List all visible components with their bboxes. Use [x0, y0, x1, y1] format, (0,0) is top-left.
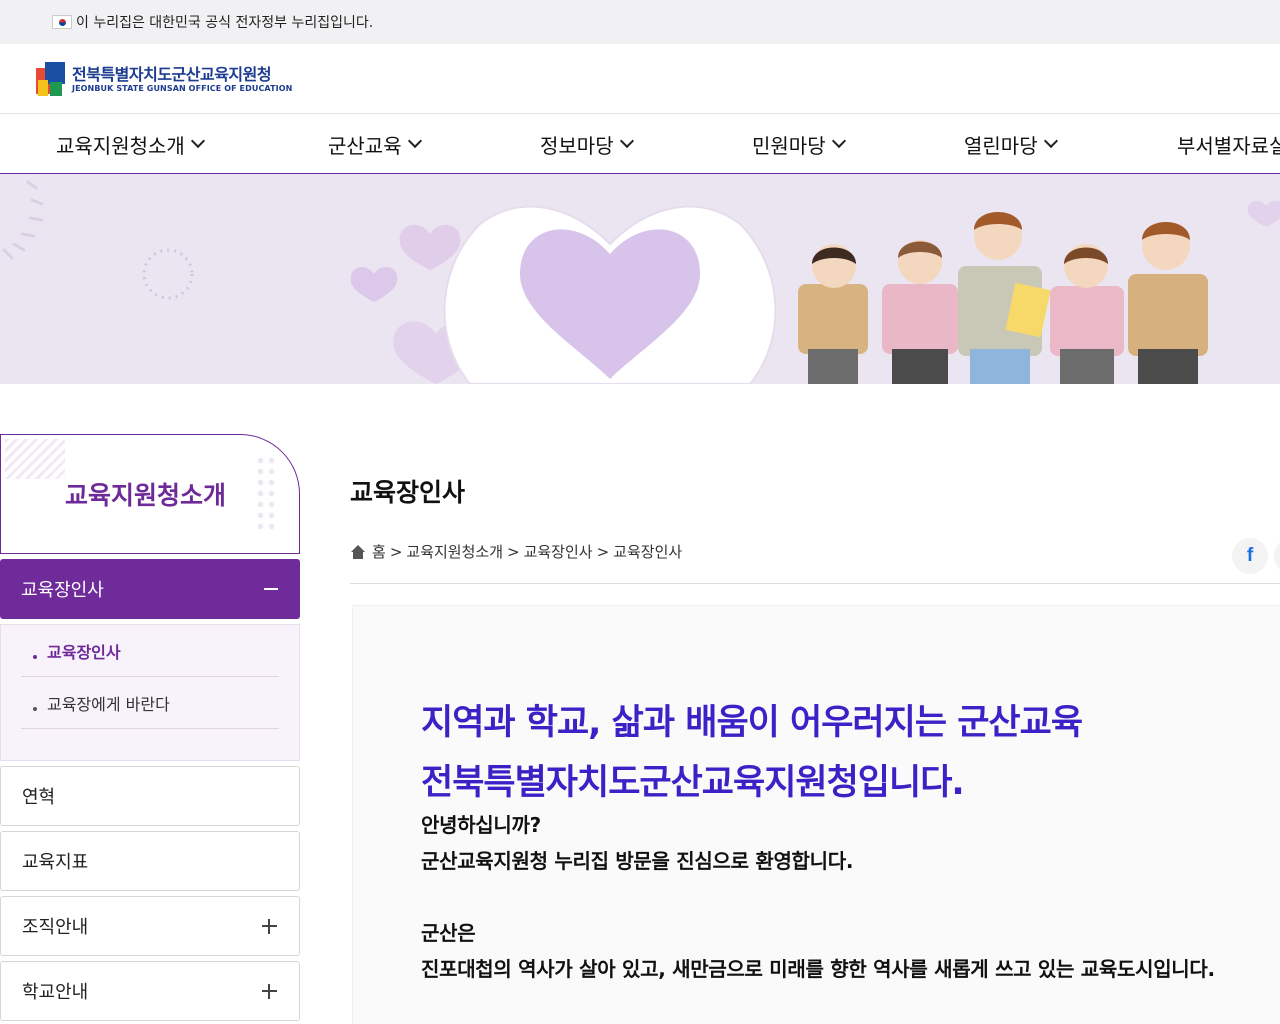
- sidebar-title: 교육지원청소개: [65, 481, 227, 510]
- logo-name-ko: 전북특별자치도군산교육지원청: [72, 64, 272, 84]
- sidebar-submenu: 교육장인사 교육장에게 바란다: [0, 624, 300, 761]
- sidebar-item-organization[interactable]: 조직안내: [0, 896, 300, 956]
- nav-item-intro[interactable]: 교육지원청소개: [56, 115, 205, 173]
- greeting-headline-2: 전북특별자치도군산교육지원청입니다.: [421, 763, 965, 803]
- plus-icon: [262, 984, 277, 999]
- sidebar-item-edu-goals[interactable]: 교육지표: [0, 831, 300, 891]
- chevron-down-icon: [190, 133, 205, 149]
- chevron-down-icon: [831, 133, 846, 149]
- minus-icon: [264, 588, 278, 590]
- hero-banner: [0, 174, 1280, 384]
- breadcrumb-current: 교육장인사: [613, 543, 683, 561]
- logo-mark-icon: [36, 62, 66, 96]
- chevron-down-icon: [619, 133, 634, 149]
- facebook-share-button[interactable]: f: [1232, 538, 1268, 574]
- korea-flag-icon: [52, 15, 72, 29]
- greeting-paragraph: 군산교육지원청 누리집 방문을 진심으로 환영합니다.: [421, 849, 854, 873]
- greeting-paragraph: 군산은: [421, 921, 476, 945]
- sidebar-item-history[interactable]: 연혁: [0, 766, 300, 826]
- nav-item-gunsan-edu[interactable]: 군산교육: [328, 115, 422, 173]
- submenu-item-greeting[interactable]: 교육장인사: [21, 625, 279, 677]
- nav-item-dept-archive[interactable]: 부서별자료실: [1177, 115, 1280, 173]
- gov-banner: 이 누리집은 대한민국 공식 전자정부 누리집입니다.: [0, 0, 1280, 44]
- greeting-paragraph: 안녕하십니까?: [421, 813, 541, 837]
- chevron-down-icon: [407, 133, 422, 149]
- greeting-paragraph: 진포대첩의 역사가 살아 있고, 새만금으로 미래를 향한 역사를 새롭게 쓰고…: [421, 957, 1215, 981]
- nav-item-open[interactable]: 열린마당: [964, 115, 1058, 173]
- main-nav: 교육지원청소개 군산교육 정보마당 민원마당 열린마당 부서별자료실: [0, 115, 1280, 174]
- home-icon: [350, 544, 366, 559]
- submenu-item-suggestion[interactable]: 교육장에게 바란다: [21, 677, 279, 729]
- breadcrumb-home[interactable]: 홈: [372, 541, 386, 562]
- plus-icon: [262, 919, 277, 934]
- hero-illustration: [2, 180, 1280, 384]
- share-button[interactable]: [1274, 538, 1280, 574]
- page-title: 교육장인사: [350, 478, 466, 507]
- breadcrumb-item[interactable]: 교육장인사: [524, 541, 593, 562]
- nav-item-info[interactable]: 정보마당: [540, 115, 634, 173]
- gov-banner-text: 이 누리집은 대한민국 공식 전자정부 누리집입니다.: [76, 15, 374, 31]
- breadcrumb: 홈 > 교육지원청소개 > 교육장인사 > 교육장인사: [350, 541, 682, 562]
- site-header: 전북특별자치도군산교육지원청 JEONBUK STATE GUNSAN OFFI…: [0, 44, 1280, 114]
- sidebar-title-box: 교육지원청소개: [0, 434, 300, 554]
- sidebar-item-schools[interactable]: 학교안내: [0, 961, 300, 1021]
- greeting-headline-1: 지역과 학교, 삶과 배움이 어우러지는 군산교육: [421, 703, 1083, 743]
- sidebar-item-greeting[interactable]: 교육장인사: [0, 559, 300, 619]
- logo-name-en: JEONBUK STATE GUNSAN OFFICE OF EDUCATION: [72, 83, 293, 93]
- content-divider: [350, 583, 1280, 584]
- facebook-icon: f: [1246, 545, 1254, 566]
- greeting-section: 지역과 학교, 삶과 배움이 어우러지는 군산교육 전북특별자치도군산교육지원청…: [352, 605, 1280, 1024]
- site-logo[interactable]: 전북특별자치도군산교육지원청 JEONBUK STATE GUNSAN OFFI…: [36, 62, 292, 96]
- nav-item-civil[interactable]: 민원마당: [752, 115, 846, 173]
- breadcrumb-item[interactable]: 교육지원청소개: [406, 541, 503, 562]
- chevron-down-icon: [1043, 133, 1058, 149]
